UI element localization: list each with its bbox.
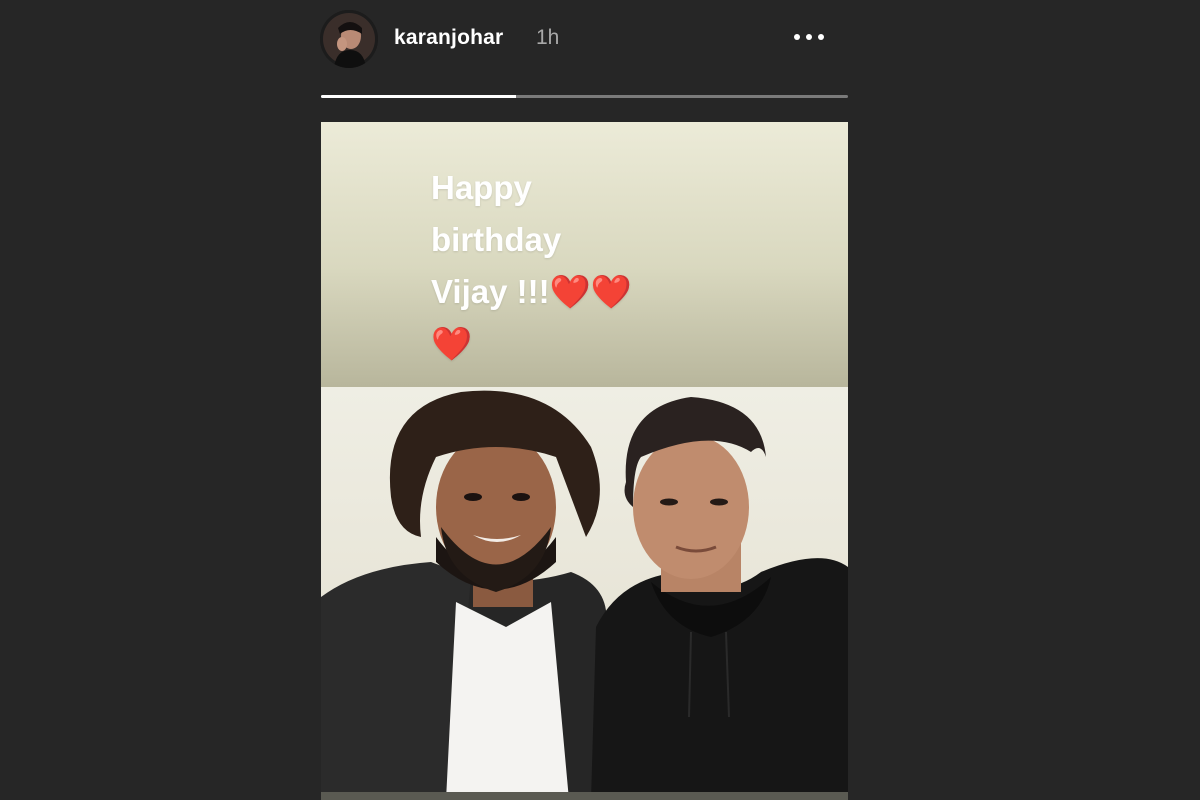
story-viewer: karanjohar 1h Happy birthday Vijay !!!❤️… — [0, 0, 1200, 800]
more-dot — [818, 34, 824, 40]
story-caption: Happy birthday Vijay !!!❤️❤️ ❤️ — [431, 169, 632, 362]
story-header: karanjohar 1h — [320, 8, 850, 70]
story-bottom-edge — [321, 792, 848, 800]
story-content[interactable]: Happy birthday Vijay !!!❤️❤️ ❤️ — [321, 122, 848, 800]
white-tshirt — [446, 602, 569, 800]
avatar-image — [320, 10, 378, 68]
more-dot — [794, 34, 800, 40]
black-hoodie — [591, 558, 848, 800]
more-dot — [806, 34, 812, 40]
story-progress-fill — [321, 95, 516, 98]
profile-avatar-icon[interactable] — [320, 10, 378, 68]
right-face — [633, 435, 749, 579]
story-photo — [321, 387, 848, 800]
username[interactable]: karanjohar — [394, 26, 503, 50]
story-progress-bar — [321, 95, 848, 98]
more-options-icon[interactable] — [786, 24, 832, 50]
post-timestamp: 1h — [536, 26, 560, 49]
caption-panel: Happy birthday Vijay !!!❤️❤️ ❤️ — [321, 122, 848, 387]
story-photo-illustration — [321, 390, 848, 800]
